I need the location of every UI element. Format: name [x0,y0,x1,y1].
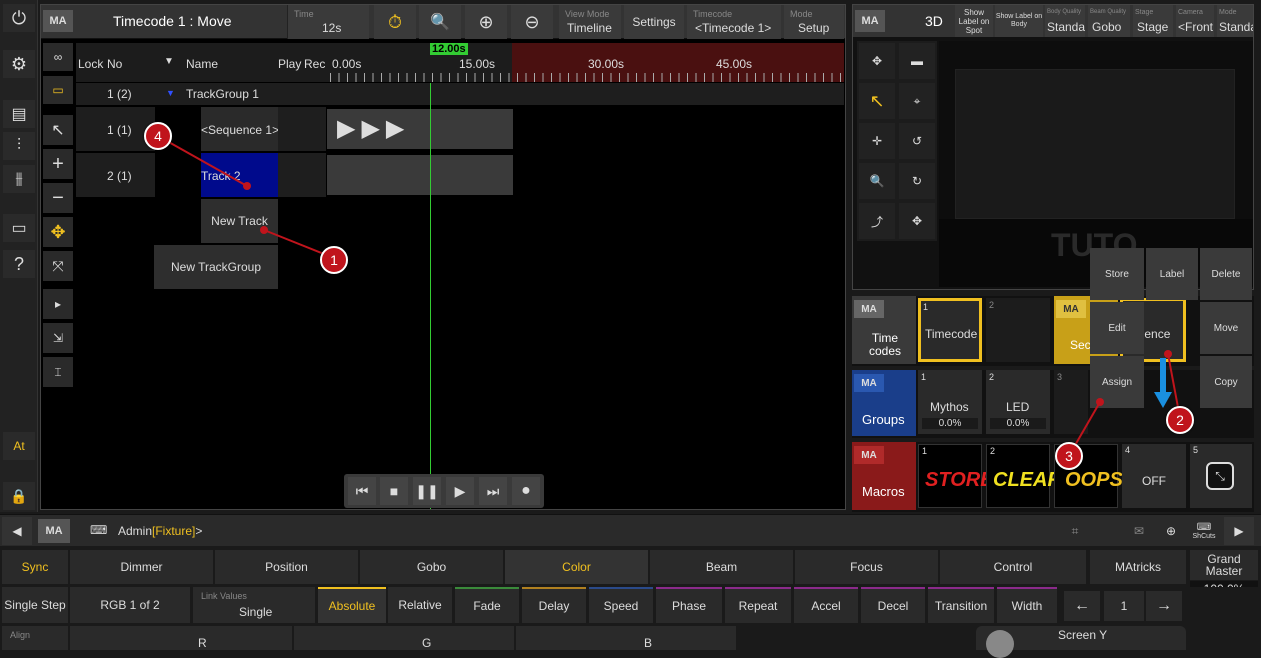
command-bar: ◀ MA ⌨ Admin[Fixture]> ⌗ ✉ ⊕ ⌨ ShCuts ▶ [0,514,1261,546]
forward-arrow-icon[interactable]: ▶ [1224,517,1254,545]
back-arrow-icon[interactable]: ◀ [2,517,32,545]
align-field[interactable]: Align [2,626,68,650]
accel-button[interactable]: Accel [794,587,858,623]
keyboard-small-icon: ⌨ [1196,522,1212,533]
globe-icon[interactable]: ⊕ [1156,517,1186,545]
sync-button[interactable]: Sync [2,550,68,584]
feature-position[interactable]: Position [215,550,358,584]
matricks-button[interactable]: MAtricks [1090,550,1186,584]
relative-button[interactable]: Relative [388,587,452,623]
attribute-bar: Single Step RGB 1 of 2 Link Values Singl… [0,587,1261,625]
cmd-suffix: > [195,524,203,538]
keyboard-icon[interactable]: ⌨ [90,523,107,537]
ma-logo: MA [38,519,70,543]
link-values-label: Link Values [201,591,247,601]
decel-button[interactable]: Decel [861,587,925,623]
feature-dimmer[interactable]: Dimmer [70,550,213,584]
encoder-b[interactable]: B [516,626,736,650]
encoder-bar: Align R G B Screen Y [0,626,1261,658]
encoder-g[interactable]: G [294,626,514,650]
mail-icon[interactable]: ✉ [1124,517,1154,545]
width-button[interactable]: Width [997,587,1057,623]
encoder-g-label: G [422,636,432,650]
delay-button[interactable]: Delay [522,587,586,623]
rgb-button[interactable]: RGB 1 of 2 [70,587,190,623]
phase-button[interactable]: Phase [656,587,722,623]
network-icon[interactable]: ⌗ [1060,517,1090,545]
fade-button[interactable]: Fade [455,587,519,623]
feature-color[interactable]: Color [505,550,648,584]
cmd-bracket: [Fixture] [152,524,196,538]
shortcuts-button[interactable]: ⌨ ShCuts [1188,517,1220,545]
absolute-button[interactable]: Absolute [318,587,386,623]
feature-gobo[interactable]: Gobo [360,550,503,584]
feature-beam[interactable]: Beam [650,550,793,584]
align-label: Align [10,630,31,640]
page-number: 1 [1104,591,1144,621]
prev-page-icon[interactable]: ← [1064,591,1100,621]
cmd-prefix: Admin [118,524,153,538]
feature-control[interactable]: Control [940,550,1086,584]
screen-y-label: Screen Y [1058,628,1108,642]
encoder-screen-y[interactable]: Screen Y [976,626,1186,658]
marker-1: 1 [320,246,348,274]
feature-focus[interactable]: Focus [795,550,938,584]
link-values-value: Single [239,605,273,619]
encoder-r-label: R [198,636,207,650]
marker-4: 4 [144,122,172,150]
knob-icon [986,630,1014,658]
marker-3: 3 [1055,442,1083,470]
single-step-button[interactable]: Single Step [2,587,68,623]
command-line[interactable]: Admin[Fixture]> [118,524,202,538]
next-page-icon[interactable]: → [1146,591,1182,621]
repeat-button[interactable]: Repeat [725,587,791,623]
encoder-b-label: B [644,636,653,650]
shortcuts-label: ShCuts [1192,533,1216,540]
grand-master-label: Grand Master [1190,550,1258,580]
encoder-r[interactable]: R [70,626,292,650]
transition-button[interactable]: Transition [928,587,994,623]
feature-bar: Sync Dimmer Position Gobo Color Beam Foc… [0,548,1261,597]
speed-button[interactable]: Speed [589,587,653,623]
marker-2: 2 [1166,406,1194,434]
link-values-field[interactable]: Link Values Single [193,587,315,623]
